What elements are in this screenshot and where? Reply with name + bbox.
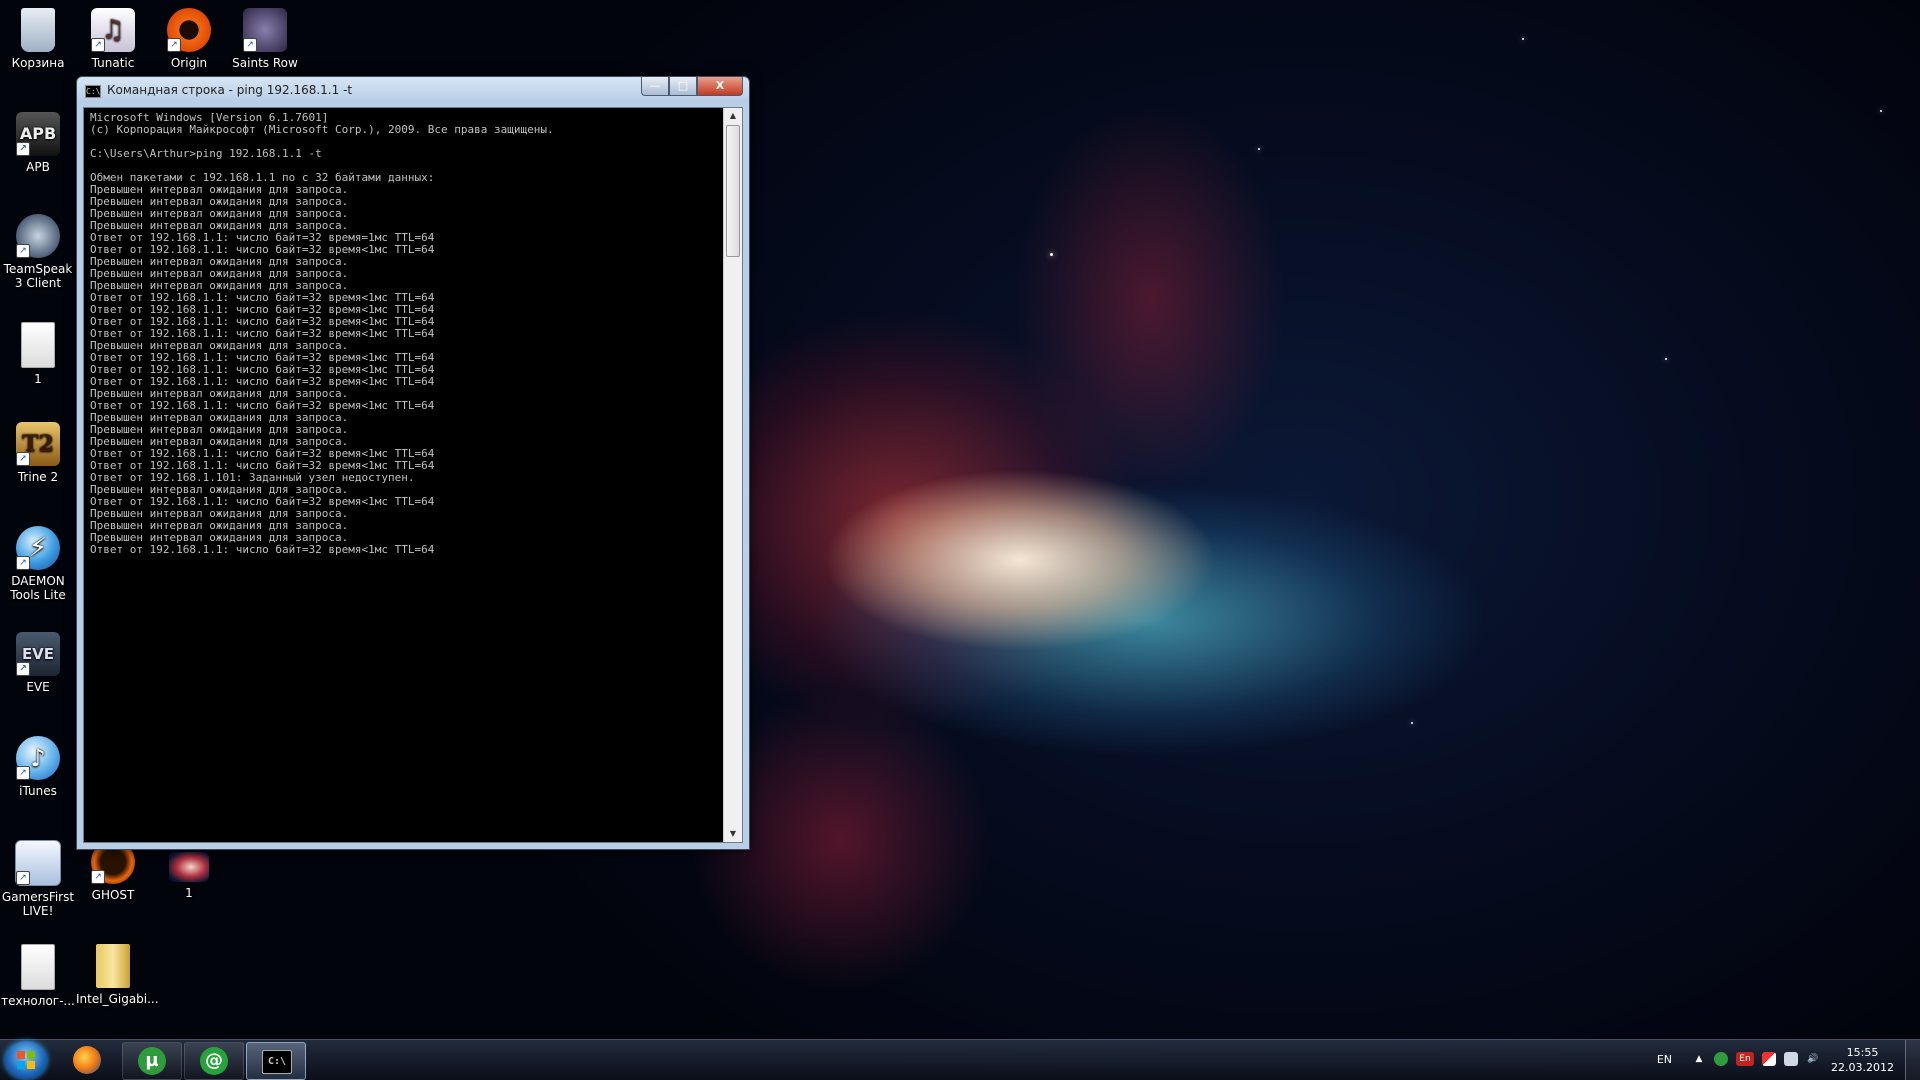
image-file-icon <box>169 852 209 882</box>
desktop-icon-origin[interactable]: ↗ Origin <box>152 8 226 70</box>
desktop-icon-apb[interactable]: APB ↗ APB <box>1 112 75 174</box>
desktop-icon-label: 1 <box>185 886 193 900</box>
scroll-up-arrow-icon[interactable]: ▲ <box>724 108 742 124</box>
saints-row-icon: ↗ <box>243 8 287 52</box>
text-file-icon <box>21 944 55 990</box>
windows-logo-icon <box>17 1051 35 1069</box>
taskbar-button-firefox[interactable] <box>58 1042 116 1078</box>
star <box>1522 38 1524 40</box>
desktop-icon-label: Origin <box>170 56 208 70</box>
desktop-icon-label: DAEMON Tools Lite <box>10 574 66 602</box>
scroll-down-arrow-icon[interactable]: ▼ <box>724 826 742 842</box>
zip-folder-icon <box>96 944 130 988</box>
desktop-icon-tehnolog[interactable]: технолог-... <box>1 944 75 1008</box>
origin-icon: ↗ <box>167 8 211 52</box>
star <box>1665 358 1667 360</box>
desktop-icon-label: Saints Row <box>232 56 298 70</box>
daemon-tools-icon: ⚡ ↗ <box>16 526 60 570</box>
apb-icon: APB ↗ <box>16 112 60 156</box>
tunatic-icon: ♫ ↗ <box>91 8 135 52</box>
taskbar-button-utorrent[interactable]: µ <box>122 1042 182 1080</box>
close-button[interactable]: X <box>697 77 743 96</box>
vertical-scrollbar[interactable]: ▲ ▼ <box>723 108 742 842</box>
desktop-icon-recycle-bin[interactable]: Корзина <box>1 8 75 70</box>
window-controls: — □ X <box>641 77 743 97</box>
console-line: (c) Корпорация Майкрософт (Microsoft Cor… <box>90 123 554 136</box>
clock-date: 22.03.2012 <box>1831 1061 1894 1074</box>
system-tray: EN ▲ En 🔊 15:55 22.03.2012 <box>1600 1040 1920 1080</box>
star <box>1880 110 1882 112</box>
console-line: Ответ от 192.168.1.1: число байт=32 врем… <box>90 543 435 556</box>
cmd-window[interactable]: C:\ Командная строка - ping 192.168.1.1 … <box>76 76 750 850</box>
desktop-icon-eve[interactable]: EVE ↗ EVE <box>1 632 75 694</box>
star <box>1258 148 1260 150</box>
mail-agent-icon: @ <box>200 1047 228 1075</box>
taskbar-button-cmd[interactable]: C:\ <box>246 1042 306 1080</box>
desktop-icon-teamspeak[interactable]: ↗ TeamSpeak 3 Client <box>1 214 75 290</box>
itunes-icon: ♪ ↗ <box>16 736 60 780</box>
desktop-icon-label: iTunes <box>19 784 57 798</box>
show-desktop-button[interactable] <box>1905 1040 1920 1080</box>
desktop-icon-trine2[interactable]: T2 ↗ Trine 2 <box>1 422 75 484</box>
desktop-icon-tunatic[interactable]: ♫ ↗ Tunatic <box>76 8 150 70</box>
desktop-icon-label: Tunatic <box>91 56 135 70</box>
desktop-icon-label: TeamSpeak 3 Client <box>3 262 73 290</box>
utorrent-icon: µ <box>138 1047 166 1075</box>
desktop-icon-label: Корзина <box>11 56 65 70</box>
desktop-icon-label: Intel_Gigabi... <box>76 992 159 1006</box>
desktop-icon-itunes[interactable]: ♪ ↗ iTunes <box>1 736 75 798</box>
network-icon[interactable] <box>1784 1052 1798 1066</box>
utorrent-tray-icon[interactable] <box>1714 1052 1728 1066</box>
taskbar: µ @ C:\ EN ▲ En 🔊 15:55 22.03.2012 <box>0 1039 1920 1080</box>
clock-time: 15:55 <box>1846 1046 1879 1059</box>
console-frame: Microsoft Windows [Version 6.1.7601] (c) … <box>83 107 743 843</box>
start-button[interactable] <box>5 1041 47 1079</box>
eve-icon: EVE ↗ <box>16 632 60 676</box>
desktop-icon-label: APB <box>26 160 50 174</box>
desktop-icon-label: технолог-... <box>1 994 75 1008</box>
minimize-button[interactable]: — <box>641 77 669 96</box>
console-line: C:\Users\Arthur>ping 192.168.1.1 -t <box>90 147 322 160</box>
desktop-icon-label: GHOST <box>91 888 135 902</box>
keyboard-layout-icon[interactable]: En <box>1736 1052 1754 1066</box>
scrollbar-thumb[interactable] <box>726 125 740 257</box>
maximize-button[interactable]: □ <box>669 77 697 96</box>
star <box>1411 722 1413 724</box>
desktop-icon-file-1[interactable]: 1 <box>1 322 75 386</box>
desktop-icon-label: 1 <box>34 372 42 386</box>
desktop-icon-label: EVE <box>26 680 50 694</box>
tray-icons: ▲ En 🔊 <box>1692 1052 1820 1066</box>
desktop-icon-daemon-tools[interactable]: ⚡ ↗ DAEMON Tools Lite <box>1 526 75 602</box>
console-output[interactable]: Microsoft Windows [Version 6.1.7601] (c) … <box>84 108 724 842</box>
action-center-flag-icon[interactable] <box>1762 1052 1776 1066</box>
desktop-icon-gamersfirst[interactable]: ↗ GamersFirst LIVE! <box>1 840 75 918</box>
cmd-icon: C:\ <box>262 1050 292 1074</box>
desktop-icon-intel-gigabit[interactable]: Intel_Gigabi... <box>76 944 159 1006</box>
desktop-icon-saints-row[interactable]: ↗ Saints Row <box>228 8 302 70</box>
desktop-icon-label: GamersFirst LIVE! <box>1 890 75 918</box>
cmd-icon: C:\ <box>85 85 101 98</box>
recycle-bin-icon <box>21 8 55 52</box>
trine-icon: T2 ↗ <box>16 422 60 466</box>
text-file-icon <box>21 322 55 368</box>
firefox-icon <box>73 1046 101 1074</box>
star <box>1050 253 1053 256</box>
clock[interactable]: 15:55 22.03.2012 <box>1831 1045 1894 1075</box>
show-hidden-icons-arrow-icon[interactable]: ▲ <box>1692 1052 1706 1066</box>
desktop-icon-label: Trine 2 <box>17 470 59 484</box>
volume-icon[interactable]: 🔊 <box>1806 1052 1820 1066</box>
teamspeak-icon: ↗ <box>16 214 60 258</box>
taskbar-button-mail-agent[interactable]: @ <box>184 1042 244 1080</box>
window-title: Командная строка - ping 192.168.1.1 -t <box>107 83 353 97</box>
language-indicator[interactable]: EN <box>1657 1053 1672 1066</box>
gamersfirst-icon: ↗ <box>15 840 61 886</box>
window-titlebar[interactable]: C:\ Командная строка - ping 192.168.1.1 … <box>77 77 749 103</box>
